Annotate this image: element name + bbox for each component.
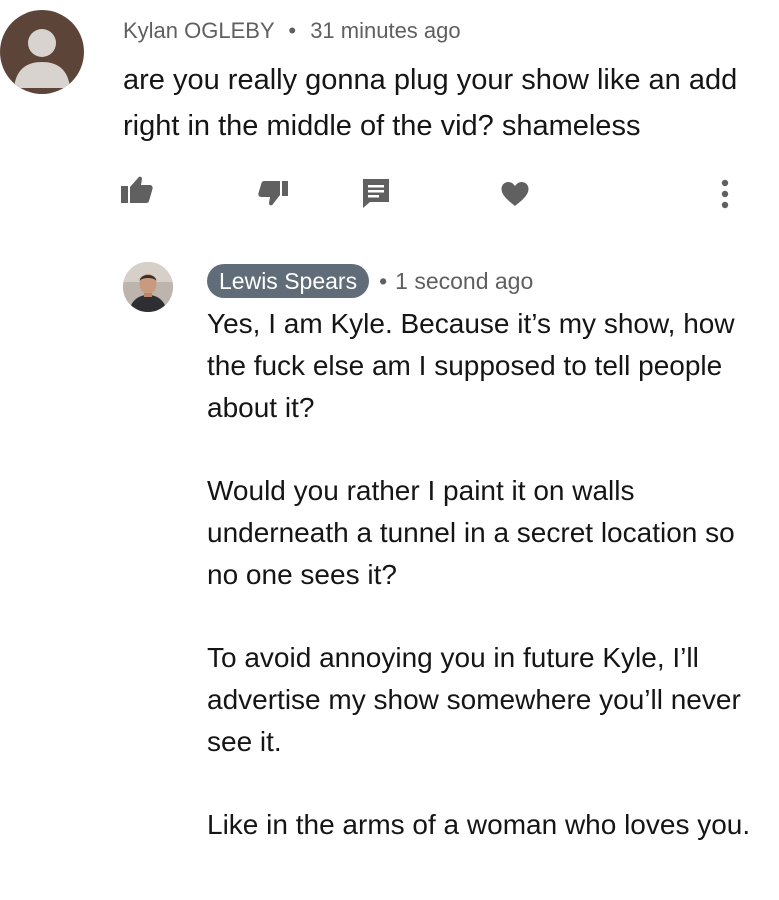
reply-author-badge[interactable]: Lewis Spears [207, 264, 370, 298]
more-vert-icon [721, 179, 729, 209]
comment-author[interactable]: Kylan OGLEBY [123, 18, 274, 43]
reply-meta: • 1 second ago [379, 268, 533, 295]
meta-separator: • [288, 18, 297, 43]
heart-icon [501, 182, 529, 206]
more-options-button[interactable] [718, 178, 732, 215]
default-user-icon [14, 29, 70, 88]
reply-avatar[interactable] [123, 262, 173, 312]
reply-paragraph: To avoid annoying you in future Kyle, I’… [207, 642, 741, 757]
reply-paragraph: Would you rather I paint it on walls und… [207, 475, 735, 590]
comment-header: Kylan OGLEBY • 31 minutes ago [123, 18, 461, 44]
comment-text: are you really gonna plug your show like… [123, 64, 738, 142]
dislike-button[interactable] [257, 180, 289, 213]
meta-separator: • [379, 267, 388, 294]
reply-button[interactable] [360, 177, 392, 214]
thumbs-up-icon [121, 176, 153, 203]
comment-timestamp[interactable]: 31 minutes ago [310, 18, 460, 43]
reply-paragraph: Like in the arms of a woman who loves yo… [207, 809, 751, 840]
like-button[interactable] [120, 174, 154, 209]
user-photo-icon [123, 262, 173, 312]
heart-button[interactable] [500, 181, 530, 212]
reply-header: Lewis Spears • 1 second ago [207, 263, 533, 299]
reply-text: Yes, I am Kyle. Because it’s my show, ho… [207, 303, 767, 846]
reply-paragraph: Yes, I am Kyle. Because it’s my show, ho… [207, 308, 735, 423]
avatar[interactable] [0, 10, 84, 94]
reply-icon [363, 179, 389, 208]
thumbs-down-icon [258, 181, 288, 206]
reply-timestamp[interactable]: 1 second ago [395, 268, 533, 294]
